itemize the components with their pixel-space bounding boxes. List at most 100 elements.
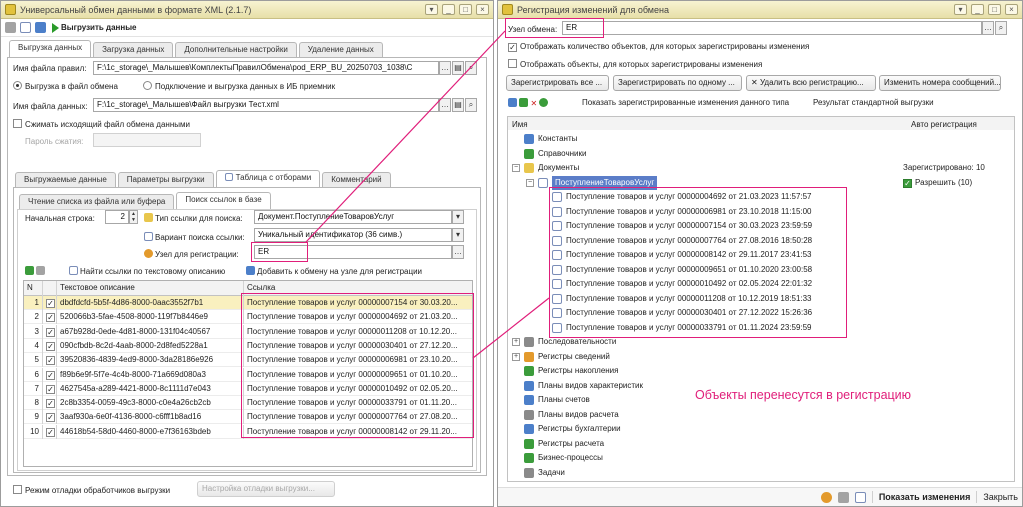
settings-icon[interactable]	[837, 491, 849, 503]
debug-settings-button[interactable]: Настройка отладки выгрузки...	[197, 481, 335, 497]
tree-refresh-icon[interactable]	[519, 98, 529, 107]
delete-icon[interactable]: ✕	[530, 99, 539, 108]
show-changes-type-button[interactable]: Показать зарегистрированные изменения да…	[582, 98, 789, 107]
column-header-check[interactable]	[43, 281, 57, 296]
data-file-open-icon[interactable]: ▤	[452, 98, 464, 112]
tab-upload[interactable]: Выгрузка данных	[9, 40, 92, 57]
maximize-icon[interactable]: □	[459, 4, 472, 15]
tree-node[interactable]: Регистры накопления	[512, 364, 618, 378]
row-checkbox[interactable]: ✓	[43, 381, 57, 396]
show-count-checkbox[interactable]: ✓ Отображать количество объектов, для кот…	[508, 42, 809, 52]
open-icon[interactable]	[35, 22, 46, 33]
register-one-button[interactable]: Зарегистрировать по одному ...	[613, 75, 742, 91]
tree-node[interactable]: Планы счетов	[512, 393, 590, 407]
data-file-select-button[interactable]: …	[439, 98, 451, 112]
start-row-spinner[interactable]: ▲ ▼	[129, 210, 138, 224]
link-type-dropdown-icon[interactable]: ▾	[452, 210, 464, 224]
row-checkbox[interactable]: ✓	[43, 296, 57, 310]
exchange-node-field[interactable]: ER	[562, 21, 982, 35]
tab-extra-settings[interactable]: Дополнительные настройки	[175, 42, 297, 57]
tab-uploaded-data[interactable]: Выгружаемые данные	[15, 172, 116, 187]
password-field[interactable]	[93, 133, 201, 147]
tab-upload-params[interactable]: Параметры выгрузки	[117, 172, 214, 187]
tree-node[interactable]: − Документы	[512, 161, 579, 175]
close-button[interactable]: Закрыть	[983, 492, 1018, 502]
radio-upload-ib[interactable]: Подключение и выгрузка данных в ИБ прием…	[143, 81, 335, 91]
tab-filter-table[interactable]: Таблица с отборами	[215, 170, 321, 187]
uncheck-all-icon[interactable]	[36, 266, 46, 275]
tree-expand-icon[interactable]	[508, 98, 517, 107]
tab-search-links[interactable]: Поиск ссылок в базе	[176, 192, 271, 209]
tree-node[interactable]: Задачи	[512, 466, 565, 480]
tab-delete[interactable]: Удаление данных	[298, 42, 383, 57]
node-select-button[interactable]: …	[452, 245, 464, 259]
menu-icon[interactable]: ▾	[954, 4, 967, 15]
row-checkbox[interactable]: ✓	[43, 338, 57, 353]
rules-select-button[interactable]: …	[439, 61, 451, 75]
tab-comment[interactable]: Комментарий	[322, 172, 391, 187]
register-all-button[interactable]: Зарегистрировать все ...	[506, 75, 609, 91]
close-icon[interactable]: ×	[476, 4, 489, 15]
search-variant-dropdown-icon[interactable]: ▾	[452, 228, 464, 242]
data-file-field[interactable]: F:\1c_storage\_Малышев\Файл выгрузки Тес…	[93, 98, 439, 112]
column-header-auto-registration[interactable]: Авто регистрация	[911, 120, 977, 129]
tree-node[interactable]: Регистры бухгалтерии	[512, 422, 621, 436]
add-to-node-button[interactable]: Добавить к обмену на узле для регистраци…	[246, 266, 422, 276]
column-header-n[interactable]: N	[24, 281, 43, 296]
expand-icon[interactable]: +	[512, 338, 520, 346]
minimize-icon[interactable]: _	[971, 4, 984, 15]
search-variant-field[interactable]: Уникальный идентификатор (36 симв.)	[254, 228, 452, 242]
tree-node[interactable]: Планы видов характеристик	[512, 379, 643, 393]
row-checkbox[interactable]: ✓	[43, 367, 57, 382]
docs-callout-box	[549, 187, 847, 338]
save-icon[interactable]	[20, 22, 31, 33]
expand-icon[interactable]: +	[512, 352, 520, 361]
exchange-node-search-icon[interactable]: ⌕	[995, 21, 1007, 35]
row-checkbox[interactable]: ✓	[43, 310, 57, 325]
close-icon[interactable]: ×	[1005, 4, 1018, 15]
tree-node[interactable]: Константы	[512, 132, 577, 146]
menu-icon[interactable]: ▾	[425, 4, 438, 15]
row-checkbox[interactable]: ✓	[43, 424, 57, 439]
tree-node[interactable]: Бизнес-процессы	[512, 451, 603, 465]
actions-icon[interactable]	[5, 22, 16, 33]
link-type-field[interactable]: Документ.ПоступлениеТоваровУслуг	[254, 210, 452, 224]
show-changes-button[interactable]: Показать изменения	[879, 492, 971, 502]
save-icon[interactable]	[854, 491, 866, 503]
rules-search-icon[interactable]: ⌕	[465, 61, 477, 75]
data-file-search-icon[interactable]: ⌕	[465, 98, 477, 112]
add-icon[interactable]	[539, 98, 549, 107]
maximize-icon[interactable]: □	[988, 4, 1001, 15]
tree-node[interactable]: + Регистры сведений	[512, 350, 610, 364]
compress-checkbox[interactable]: Сжимать исходящий файл обмена данными	[13, 119, 190, 129]
upload-button[interactable]: Выгрузить данные	[50, 21, 139, 35]
column-header-text[interactable]: Текстовое описание	[57, 281, 244, 296]
help-icon[interactable]	[820, 491, 832, 503]
row-checkbox[interactable]: ✓	[43, 396, 57, 411]
tree-node[interactable]: Справочники	[512, 147, 586, 161]
row-checkbox[interactable]: ✓	[43, 324, 57, 339]
row-checkbox[interactable]: ✓	[43, 353, 57, 368]
tree-node[interactable]: Планы видов расчета	[512, 408, 619, 422]
debug-checkbox[interactable]: Режим отладки обработчиков выгрузки	[13, 485, 170, 495]
tab-load[interactable]: Загрузка данных	[93, 42, 174, 57]
column-header-name[interactable]: Имя	[512, 120, 528, 129]
show-objects-checkbox[interactable]: Отображать объекты, для которых зарегист…	[508, 59, 762, 69]
delete-all-registration-button[interactable]: ✕ Удалить всю регистрацию...	[746, 75, 876, 91]
check-all-icon[interactable]	[25, 266, 34, 275]
minimize-icon[interactable]: _	[442, 4, 455, 15]
tab-read-list[interactable]: Чтение списка из файла или буфера	[19, 194, 175, 209]
tree-node[interactable]: Регистры расчета	[512, 437, 604, 451]
start-row-field[interactable]: 2	[105, 210, 129, 224]
collapse-icon[interactable]: −	[526, 178, 534, 187]
radio-upload-file[interactable]: Выгрузка в файл обмена	[13, 81, 118, 91]
change-message-numbers-button[interactable]: Изменить номера сообщений...	[879, 75, 1001, 91]
rules-file-field[interactable]: F:\1c_storage\_Малышев\КомплектыПравилОб…	[93, 61, 439, 75]
row-checkbox[interactable]: ✓	[43, 410, 57, 425]
collapse-icon[interactable]: −	[512, 164, 520, 172]
find-links-button[interactable]: Найти ссылки по текстовому описанию	[69, 266, 225, 276]
allow-registration-checkbox[interactable]: ✓ Разрешить (10)	[903, 178, 972, 188]
exchange-node-select-button[interactable]: …	[982, 21, 994, 35]
rules-open-icon[interactable]: ▤	[452, 61, 464, 75]
standard-unload-button[interactable]: Результат стандартной выгрузки	[813, 98, 934, 107]
